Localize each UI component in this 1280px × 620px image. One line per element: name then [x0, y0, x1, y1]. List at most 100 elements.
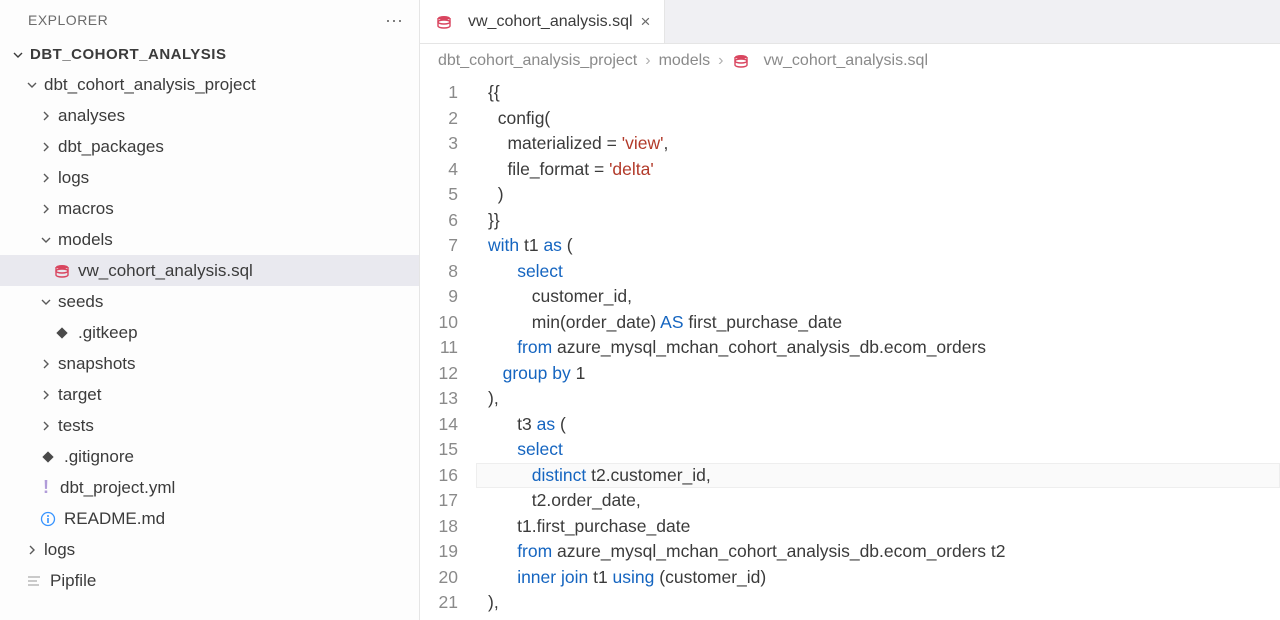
line-number: 10: [420, 310, 458, 336]
code-line[interactable]: t1.first_purchase_date: [476, 514, 1280, 540]
line-number: 9: [420, 284, 458, 310]
tree-item-label: logs: [44, 540, 75, 560]
code-content[interactable]: {{ config( materialized = 'view', file_f…: [476, 78, 1280, 620]
tree-file[interactable]: .gitignore: [0, 441, 419, 472]
line-number: 6: [420, 208, 458, 234]
chevron-right-icon: [38, 139, 54, 155]
line-number: 18: [420, 514, 458, 540]
tree-folder[interactable]: analyses: [0, 100, 419, 131]
tree-item-label: tests: [58, 416, 94, 436]
tab-filename: vw_cohort_analysis.sql: [468, 13, 633, 31]
database-icon: [434, 12, 454, 32]
line-number: 3: [420, 131, 458, 157]
database-icon: [731, 51, 751, 71]
line-number: 7: [420, 233, 458, 259]
tree-folder[interactable]: target: [0, 379, 419, 410]
tree-file[interactable]: vw_cohort_analysis.sql: [0, 255, 419, 286]
code-line[interactable]: inner join t1 using (customer_id): [476, 565, 1280, 591]
breadcrumb-item[interactable]: vw_cohort_analysis.sql: [731, 51, 928, 71]
tree-file[interactable]: README.md: [0, 503, 419, 534]
tree-item-label: seeds: [58, 292, 103, 312]
explorer-header: EXPLORER ···: [0, 0, 419, 40]
tree-file[interactable]: .gitkeep: [0, 317, 419, 348]
line-gutter: 123456789101112131415161718192021: [420, 78, 476, 620]
tree-folder[interactable]: logs: [0, 162, 419, 193]
chevron-right-icon: [38, 387, 54, 403]
tree-item-label: analyses: [58, 106, 125, 126]
tree-folder[interactable]: dbt_packages: [0, 131, 419, 162]
workspace-name: DBT_COHORT_ANALYSIS: [30, 46, 226, 63]
code-line[interactable]: select: [476, 259, 1280, 285]
tree-folder[interactable]: dbt_cohort_analysis_project: [0, 69, 419, 100]
code-line[interactable]: file_format = 'delta': [476, 157, 1280, 183]
code-line[interactable]: with t1 as (: [476, 233, 1280, 259]
line-number: 13: [420, 386, 458, 412]
line-number: 16: [420, 463, 458, 489]
code-line[interactable]: }}: [476, 208, 1280, 234]
chevron-right-icon: ›: [718, 52, 723, 70]
line-number: 17: [420, 488, 458, 514]
code-line[interactable]: ),: [476, 386, 1280, 412]
explorer-sidebar: EXPLORER ··· DBT_COHORT_ANALYSIS dbt_coh…: [0, 0, 420, 620]
code-line[interactable]: group by 1: [476, 361, 1280, 387]
explorer-title: EXPLORER: [28, 12, 108, 28]
line-number: 15: [420, 437, 458, 463]
chevron-right-icon: [38, 170, 54, 186]
code-line[interactable]: from azure_mysql_mchan_cohort_analysis_d…: [476, 335, 1280, 361]
tree-folder[interactable]: tests: [0, 410, 419, 441]
tree-item-label: vw_cohort_analysis.sql: [78, 261, 253, 281]
code-line[interactable]: t3 as (: [476, 412, 1280, 438]
tab-active[interactable]: vw_cohort_analysis.sql ×: [420, 0, 665, 43]
tree-item-label: models: [58, 230, 113, 250]
close-icon[interactable]: ×: [641, 12, 651, 32]
database-icon: [52, 261, 72, 281]
tree-item-label: dbt_packages: [58, 137, 164, 157]
line-number: 19: [420, 539, 458, 565]
breadcrumb-label: models: [659, 52, 711, 70]
diamond-icon: [38, 447, 58, 467]
code-line[interactable]: ): [476, 182, 1280, 208]
diamond-icon: [52, 323, 72, 343]
editor-pane: vw_cohort_analysis.sql × dbt_cohort_anal…: [420, 0, 1280, 620]
line-number: 14: [420, 412, 458, 438]
code-line[interactable]: ),: [476, 590, 1280, 616]
line-number: 2: [420, 106, 458, 132]
line-number: 4: [420, 157, 458, 183]
code-line[interactable]: min(order_date) AS first_purchase_date: [476, 310, 1280, 336]
code-line[interactable]: {{: [476, 80, 1280, 106]
tree-item-label: dbt_project.yml: [60, 478, 175, 498]
tree-item-label: logs: [58, 168, 89, 188]
chevron-right-icon: [38, 201, 54, 217]
code-line[interactable]: customer_id,: [476, 284, 1280, 310]
tree-folder[interactable]: logs: [0, 534, 419, 565]
more-actions-icon[interactable]: ···: [385, 11, 403, 29]
line-number: 5: [420, 182, 458, 208]
chevron-down-icon: [24, 77, 40, 93]
line-number: 8: [420, 259, 458, 285]
tree-folder[interactable]: snapshots: [0, 348, 419, 379]
text-file-icon: [24, 571, 44, 591]
code-line[interactable]: config(: [476, 106, 1280, 132]
tree-folder[interactable]: models: [0, 224, 419, 255]
breadcrumb-item[interactable]: models: [659, 52, 711, 70]
tree-folder[interactable]: seeds: [0, 286, 419, 317]
code-line[interactable]: select: [476, 437, 1280, 463]
chevron-right-icon: [38, 356, 54, 372]
code-line[interactable]: materialized = 'view',: [476, 131, 1280, 157]
code-line[interactable]: from azure_mysql_mchan_cohort_analysis_d…: [476, 539, 1280, 565]
breadcrumb-item[interactable]: dbt_cohort_analysis_project: [438, 52, 637, 70]
code-editor[interactable]: 123456789101112131415161718192021 {{ con…: [420, 78, 1280, 620]
tree-file[interactable]: !dbt_project.yml: [0, 472, 419, 503]
tree-file[interactable]: Pipfile: [0, 565, 419, 596]
workspace-header[interactable]: DBT_COHORT_ANALYSIS: [0, 40, 419, 69]
breadcrumb-label: vw_cohort_analysis.sql: [763, 52, 928, 70]
chevron-down-icon: [38, 294, 54, 310]
chevron-right-icon: [38, 108, 54, 124]
code-line[interactable]: t2.order_date,: [476, 488, 1280, 514]
tree-item-label: target: [58, 385, 101, 405]
tab-bar: vw_cohort_analysis.sql ×: [420, 0, 1280, 44]
code-line[interactable]: distinct t2.customer_id,: [476, 463, 1280, 489]
tree-folder[interactable]: macros: [0, 193, 419, 224]
breadcrumb: dbt_cohort_analysis_project›models›vw_co…: [420, 44, 1280, 78]
line-number: 11: [420, 335, 458, 361]
